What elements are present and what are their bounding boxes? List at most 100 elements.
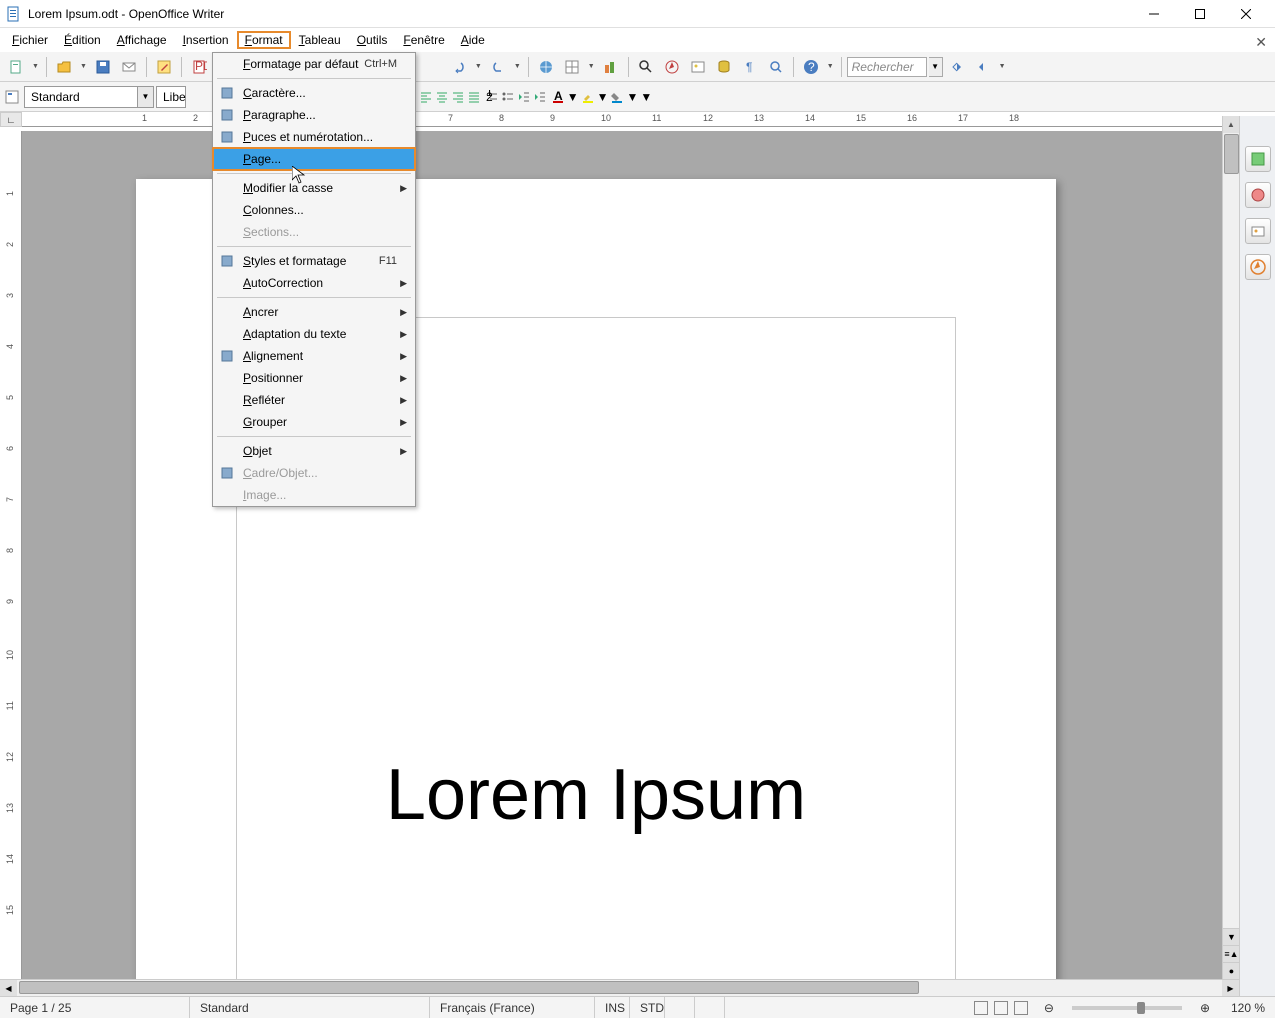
undo-dropdown[interactable]: ▼ xyxy=(473,63,484,70)
align-right-button[interactable] xyxy=(451,90,465,104)
zoom-button[interactable] xyxy=(764,55,788,79)
prev-page-button[interactable]: ≡▲ xyxy=(1223,945,1240,962)
scroll-down-button[interactable]: ▼ xyxy=(1223,928,1240,945)
bg-color-button[interactable] xyxy=(610,90,624,104)
status-signature[interactable] xyxy=(695,997,725,1018)
gallery-button[interactable] xyxy=(686,55,710,79)
search-next-button[interactable] xyxy=(971,55,995,79)
scroll-right-button[interactable]: ▶ xyxy=(1222,980,1239,996)
menu-item-paragraphe-[interactable]: Paragraphe... xyxy=(213,104,415,126)
nonprinting-button[interactable]: ¶ xyxy=(738,55,762,79)
menu-insertion[interactable]: Insertion xyxy=(175,31,237,49)
zoom-slider[interactable] xyxy=(1072,1006,1182,1010)
show-draw-button[interactable] xyxy=(599,55,623,79)
menu-tableau[interactable]: Tableau xyxy=(291,31,349,49)
menu-item-colonnes-[interactable]: Colonnes... xyxy=(213,199,415,221)
scroll-left-button[interactable]: ◀ xyxy=(0,980,17,996)
scroll-up-button[interactable]: ▲ xyxy=(1223,116,1239,133)
datasources-button[interactable] xyxy=(712,55,736,79)
menu-aide[interactable]: Aide xyxy=(453,31,493,49)
table-dropdown[interactable]: ▼ xyxy=(586,63,597,70)
table-button[interactable] xyxy=(560,55,584,79)
increase-indent-button[interactable] xyxy=(533,90,547,104)
numbering-button[interactable]: 12 xyxy=(485,90,499,104)
hscroll-thumb[interactable] xyxy=(19,981,919,994)
edit-file-button[interactable] xyxy=(152,55,176,79)
help-dropdown[interactable]: ▼ xyxy=(825,63,836,70)
redo-button[interactable] xyxy=(486,55,510,79)
minimize-button[interactable] xyxy=(1131,0,1177,28)
align-center-button[interactable] xyxy=(435,90,449,104)
menu-outils[interactable]: Outils xyxy=(349,31,396,49)
close-button[interactable] xyxy=(1223,0,1269,28)
new-doc-dropdown[interactable]: ▼ xyxy=(30,63,41,70)
combo-arrow-icon[interactable]: ▼ xyxy=(137,87,153,107)
paragraph-style-combo[interactable]: Standard▼ xyxy=(24,86,154,108)
highlight-button[interactable] xyxy=(581,90,595,104)
menu-item-adaptation-du-texte[interactable]: Adaptation du texte▶ xyxy=(213,323,415,345)
new-doc-button[interactable] xyxy=(4,55,28,79)
menu-item-puces-et-num-rotation-[interactable]: Puces et numérotation... xyxy=(213,126,415,148)
status-selection-mode[interactable]: STD xyxy=(630,997,665,1018)
menu-item-alignement[interactable]: Alignement▶ xyxy=(213,345,415,367)
font-name-combo[interactable]: Libe xyxy=(156,86,186,108)
help-button[interactable]: ? xyxy=(799,55,823,79)
status-page[interactable]: Page 1 / 25 xyxy=(0,997,190,1018)
menu-fichier[interactable]: Fichier xyxy=(4,31,56,49)
menu-item-caract-re-[interactable]: Caractère... xyxy=(213,82,415,104)
menu-item-page-[interactable]: Page... xyxy=(213,148,415,170)
undo-button[interactable] xyxy=(447,55,471,79)
fmt-toolbar-overflow[interactable]: ▼ xyxy=(640,90,652,104)
find-button[interactable] xyxy=(634,55,658,79)
redo-dropdown[interactable]: ▼ xyxy=(512,63,523,70)
menu-item-autocorrection[interactable]: AutoCorrection▶ xyxy=(213,272,415,294)
menu-fenêtre[interactable]: Fenêtre xyxy=(395,31,452,49)
font-color-button[interactable]: A xyxy=(551,90,565,104)
menu-item-ancrer[interactable]: Ancrer▶ xyxy=(213,301,415,323)
export-pdf-button[interactable]: PDF xyxy=(187,55,211,79)
menu-item-refl-ter[interactable]: Refléter▶ xyxy=(213,389,415,411)
menu-item-positionner[interactable]: Positionner▶ xyxy=(213,367,415,389)
zoom-out-button[interactable]: ⊖ xyxy=(1044,1001,1054,1015)
menu-item-grouper[interactable]: Grouper▶ xyxy=(213,411,415,433)
search-prev-button[interactable] xyxy=(945,55,969,79)
menu-item-objet[interactable]: Objet▶ xyxy=(213,440,415,462)
align-left-button[interactable] xyxy=(419,90,433,104)
sidebar-properties-button[interactable] xyxy=(1245,146,1271,172)
bg-color-dropdown[interactable]: ▼ xyxy=(626,90,638,104)
hyperlink-button[interactable] xyxy=(534,55,558,79)
menu-format[interactable]: Format xyxy=(237,31,291,49)
open-dropdown[interactable]: ▼ xyxy=(78,63,89,70)
view-layout-buttons[interactable] xyxy=(968,1001,1034,1015)
menu-item-styles-et-formatage[interactable]: Styles et formatageF11 xyxy=(213,250,415,272)
maximize-button[interactable] xyxy=(1177,0,1223,28)
horizontal-scrollbar[interactable]: ◀ ▶ xyxy=(0,979,1239,996)
status-zoom[interactable]: 120 % xyxy=(1220,997,1275,1018)
save-button[interactable] xyxy=(91,55,115,79)
bullets-button[interactable] xyxy=(501,90,515,104)
menu-item-modifier-la-casse[interactable]: Modifier la casse▶ xyxy=(213,177,415,199)
styles-window-button[interactable] xyxy=(4,89,20,105)
sidebar-gallery-button[interactable] xyxy=(1245,218,1271,244)
align-justify-button[interactable] xyxy=(467,90,481,104)
open-button[interactable] xyxy=(52,55,76,79)
toolbar-overflow[interactable]: ▼ xyxy=(997,63,1008,70)
vertical-scrollbar[interactable]: ▲ ▼ ≡▲ ● ≡▼ xyxy=(1222,116,1239,996)
nav-browse-button[interactable]: ● xyxy=(1223,962,1240,979)
vertical-ruler[interactable]: 123456789101112131415 xyxy=(0,131,22,996)
navigator-button[interactable] xyxy=(660,55,684,79)
status-insert-mode[interactable]: INS xyxy=(595,997,630,1018)
status-style[interactable]: Standard xyxy=(190,997,430,1018)
zoom-in-button[interactable]: ⊕ xyxy=(1200,1001,1210,1015)
document-close-button[interactable]: ✕ xyxy=(1255,34,1267,51)
search-dropdown[interactable]: ▼ xyxy=(929,57,943,77)
sidebar-styles-button[interactable] xyxy=(1245,182,1271,208)
menu-item-formatage-par-d-faut[interactable]: Formatage par défautCtrl+M xyxy=(213,53,415,75)
sidebar-navigator-button[interactable] xyxy=(1245,254,1271,280)
email-button[interactable] xyxy=(117,55,141,79)
horizontal-ruler[interactable]: 123456789101112131415161718 xyxy=(22,112,1275,127)
status-language[interactable]: Français (France) xyxy=(430,997,595,1018)
highlight-dropdown[interactable]: ▼ xyxy=(597,90,609,104)
font-color-dropdown[interactable]: ▼ xyxy=(567,90,579,104)
menu-affichage[interactable]: Affichage xyxy=(109,31,175,49)
